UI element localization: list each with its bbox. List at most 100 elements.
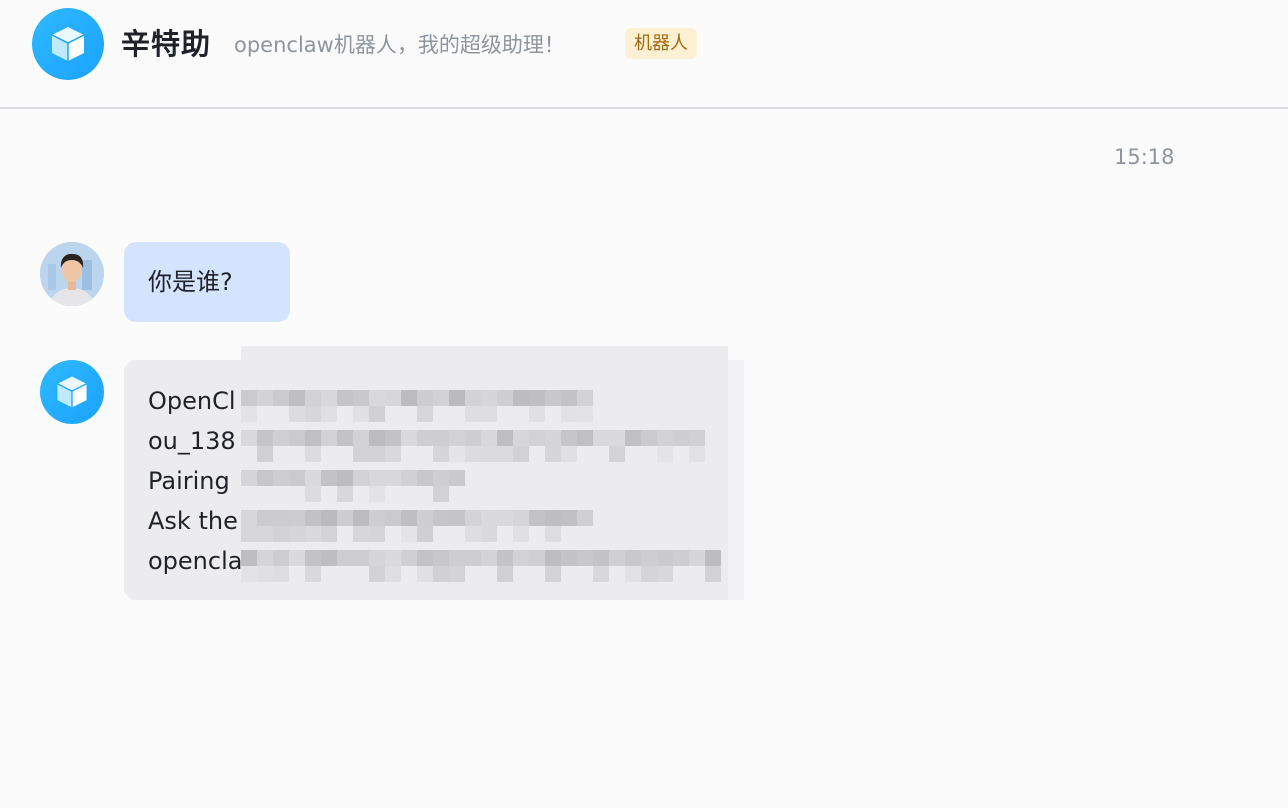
pixel-block (321, 390, 337, 406)
pixel-block (289, 550, 305, 566)
pixel-block (465, 446, 481, 462)
pixel-block (241, 430, 257, 446)
pixel-block (657, 550, 673, 566)
chat-title[interactable]: 辛特助 (121, 26, 211, 62)
pixel-block (545, 566, 561, 582)
pixel-block (369, 470, 385, 486)
pixel-block (433, 390, 449, 406)
pixel-block (433, 550, 449, 566)
pixel-block (577, 406, 593, 422)
pixel-block (289, 390, 305, 406)
pixelation-mask (241, 346, 744, 600)
bot-avatar-large[interactable] (32, 8, 104, 80)
pixel-block (513, 526, 529, 542)
pixel-block (497, 510, 513, 526)
pixel-block (577, 430, 593, 446)
pixel-block (545, 550, 561, 566)
pixel-block (465, 526, 481, 542)
pixel-block (481, 526, 497, 542)
pixel-block (337, 430, 353, 446)
pixel-block (353, 526, 369, 542)
cube-icon (51, 27, 85, 61)
pixel-block (657, 430, 673, 446)
pixel-block (321, 406, 337, 422)
pixel-block (497, 430, 513, 446)
pixel-block (625, 566, 641, 582)
pixel-block (289, 510, 305, 526)
pixel-block (529, 390, 545, 406)
user-avatar[interactable] (40, 242, 104, 306)
pixel-block (449, 390, 465, 406)
pixel-block (273, 470, 289, 486)
pixel-block (273, 430, 289, 446)
bot-avatar[interactable] (40, 360, 104, 424)
pixel-block (641, 550, 657, 566)
pixel-block (545, 446, 561, 462)
pixel-block (337, 470, 353, 486)
pixel-block (241, 566, 257, 582)
pixel-block (609, 430, 625, 446)
pixel-block (369, 430, 385, 446)
pixel-block (241, 470, 257, 486)
pixel-block (561, 510, 577, 526)
pixel-block (353, 510, 369, 526)
pixel-block (369, 390, 385, 406)
pixel-block (433, 430, 449, 446)
pixel-block (417, 510, 433, 526)
pixel-block (513, 390, 529, 406)
pixel-block (481, 406, 497, 422)
pixel-block (705, 566, 721, 582)
pixel-block (481, 510, 497, 526)
pixel-block (257, 446, 273, 462)
pixel-block (465, 430, 481, 446)
pixel-block (433, 486, 449, 502)
pixel-block (369, 486, 385, 502)
chat-header: 辛特助 openclaw机器人，我的超级助理！ 机器人 (0, 0, 1288, 109)
pixel-block (369, 446, 385, 462)
pixel-block (401, 390, 417, 406)
pixel-block (401, 470, 417, 486)
pixel-block (401, 526, 417, 542)
pixel-block (657, 566, 673, 582)
pixel-block (417, 526, 433, 542)
pixel-block (273, 510, 289, 526)
pixel-block (593, 430, 609, 446)
pixel-block (369, 526, 385, 542)
pixel-block (353, 470, 369, 486)
pixel-block (385, 430, 401, 446)
pixel-block (561, 446, 577, 462)
pixel-block (417, 470, 433, 486)
pixel-block (337, 550, 353, 566)
pixel-block (305, 566, 321, 582)
pixel-block (689, 446, 705, 462)
pixel-block (257, 390, 273, 406)
pixel-block (545, 526, 561, 542)
pixel-block (529, 406, 545, 422)
pixel-block (433, 446, 449, 462)
pixel-block (305, 510, 321, 526)
pixel-block (545, 510, 561, 526)
pixel-block (497, 550, 513, 566)
pixel-block (465, 550, 481, 566)
chat-window: 辛特助 openclaw机器人，我的超级助理！ 机器人 15:18 你是谁? O… (0, 0, 1288, 808)
pixel-block (353, 406, 369, 422)
pixel-block (545, 430, 561, 446)
pixel-block (257, 550, 273, 566)
pixel-block (449, 430, 465, 446)
pixel-block (353, 446, 369, 462)
pixel-block (689, 550, 705, 566)
pixel-block (353, 430, 369, 446)
pixel-block (513, 446, 529, 462)
pixel-block (385, 446, 401, 462)
pixel-block (417, 406, 433, 422)
pixel-block (561, 406, 577, 422)
pixel-block (305, 430, 321, 446)
pixel-block (513, 550, 529, 566)
pixel-block (625, 430, 641, 446)
pixel-block (257, 526, 273, 542)
pixel-block (481, 390, 497, 406)
pixel-block (321, 430, 337, 446)
pixel-block (257, 510, 273, 526)
pixel-block (289, 406, 305, 422)
user-message-bubble[interactable]: 你是谁? (124, 242, 290, 322)
